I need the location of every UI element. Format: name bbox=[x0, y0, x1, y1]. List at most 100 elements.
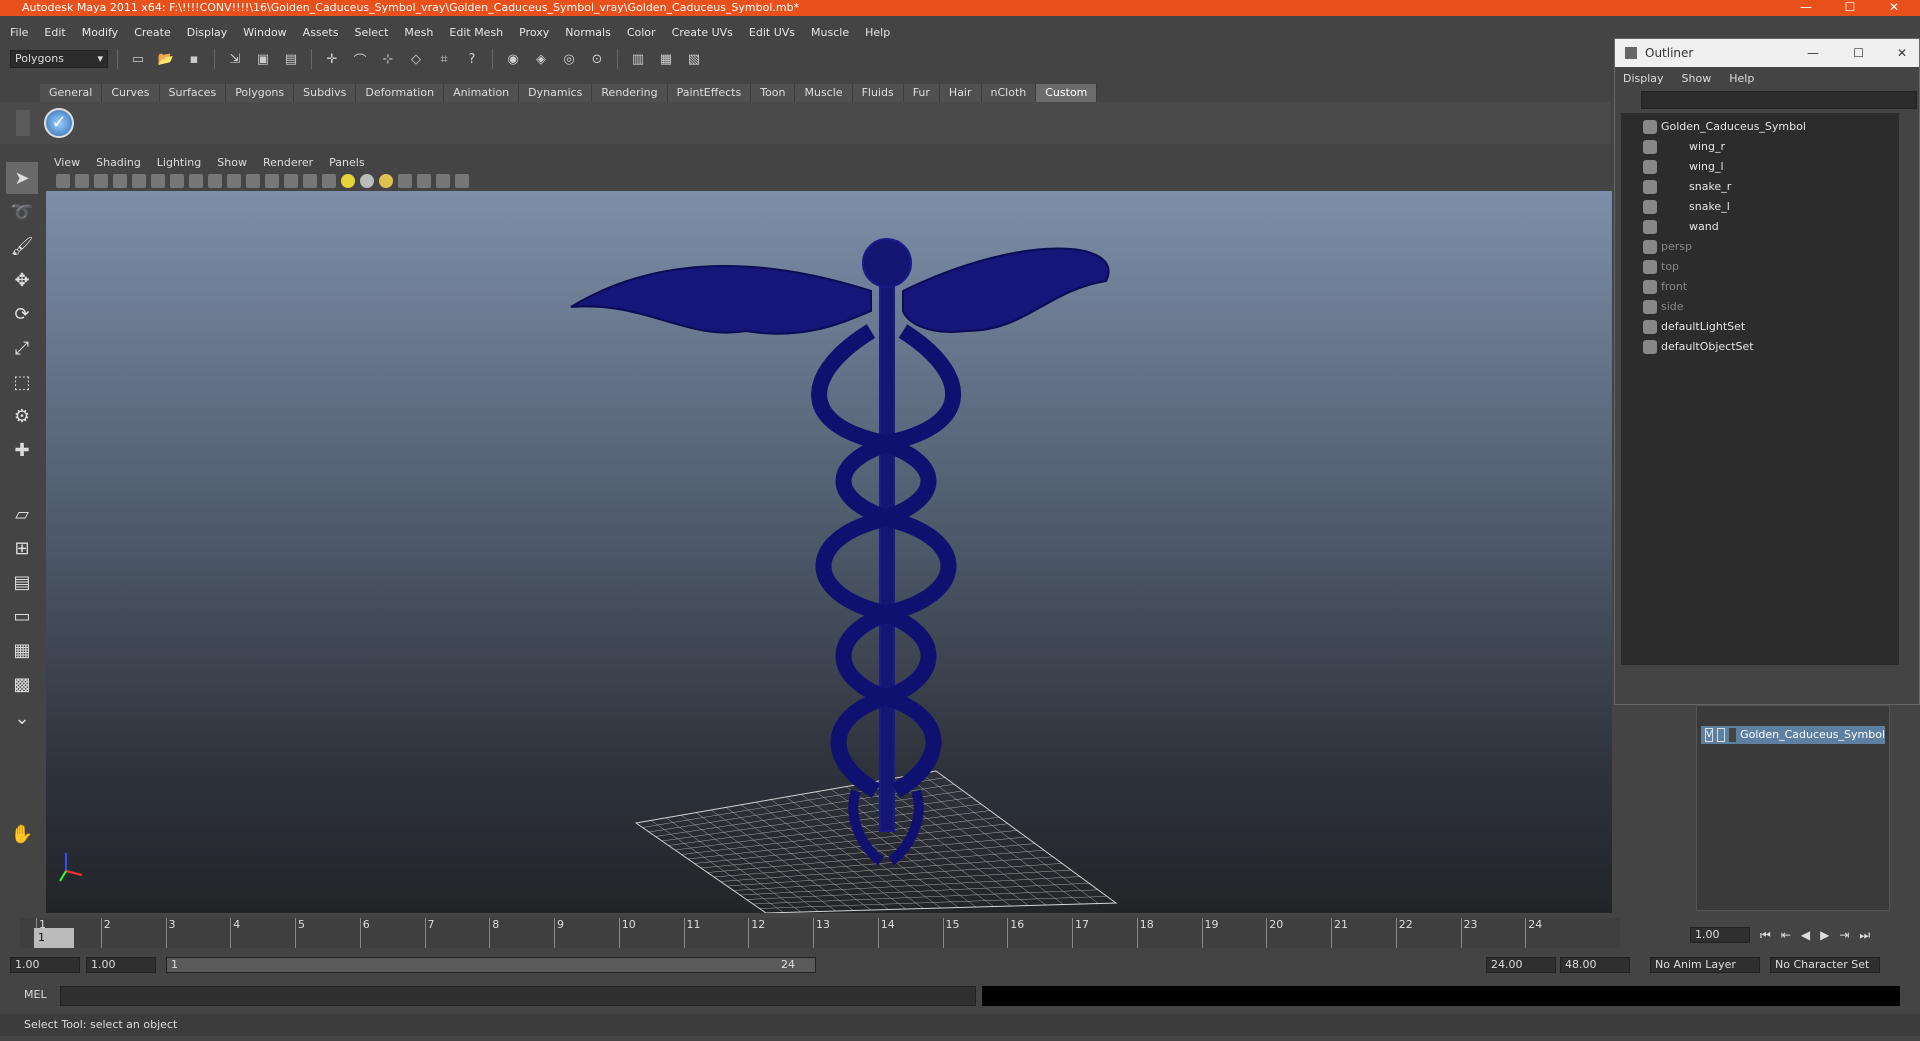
menu-normals[interactable]: Normals bbox=[565, 26, 611, 39]
outliner-item[interactable]: wand bbox=[1643, 217, 1719, 237]
menu-mesh[interactable]: Mesh bbox=[404, 26, 433, 39]
close-button[interactable]: ✕ bbox=[1872, 0, 1916, 16]
layer-color-icon[interactable] bbox=[1729, 728, 1737, 742]
outliner-menu-help[interactable]: Help bbox=[1729, 72, 1754, 85]
graph-layout-icon[interactable]: ▭ bbox=[6, 600, 38, 632]
layer-visibility-toggle[interactable]: V bbox=[1705, 728, 1714, 742]
shelf-tab-polygons[interactable]: Polygons bbox=[226, 84, 295, 102]
menu-set-dropdown[interactable]: Polygons bbox=[10, 50, 108, 68]
textured-icon[interactable] bbox=[322, 174, 336, 188]
paint-select-tool-icon[interactable]: 🖌 bbox=[6, 230, 38, 262]
shelf-tab-surfaces[interactable]: Surfaces bbox=[159, 84, 227, 102]
camera-attributes-icon[interactable] bbox=[75, 174, 89, 188]
maximize-button[interactable]: ☐ bbox=[1828, 0, 1872, 16]
snap-point-icon[interactable]: ⊹ bbox=[377, 48, 399, 70]
default-light-icon[interactable] bbox=[341, 174, 355, 188]
layer-row[interactable]: V Golden_Caduceus_Symbol bbox=[1701, 726, 1885, 744]
attribute-editor-icon[interactable]: ▥ bbox=[627, 48, 649, 70]
outliner-item[interactable]: side bbox=[1643, 297, 1684, 317]
film-gate-icon[interactable] bbox=[151, 174, 165, 188]
save-scene-icon[interactable]: ▪ bbox=[183, 48, 205, 70]
outliner-item[interactable]: defaultObjectSet bbox=[1643, 337, 1754, 357]
gate-mask-icon[interactable] bbox=[189, 174, 203, 188]
shelf-tab-subdivs[interactable]: Subdivs bbox=[294, 84, 357, 102]
play-icon[interactable]: ▶ bbox=[1820, 928, 1829, 942]
menu-color[interactable]: Color bbox=[627, 26, 656, 39]
last-tool-icon[interactable]: ✚ bbox=[6, 434, 38, 466]
select-tool-icon[interactable]: ➤ bbox=[6, 162, 38, 194]
character-set-dropdown[interactable]: No Character Set bbox=[1770, 957, 1880, 973]
anim-end-field[interactable]: 24.00 bbox=[1486, 957, 1556, 973]
perspective-viewport[interactable] bbox=[46, 191, 1612, 914]
render-view-icon[interactable]: ◉ bbox=[502, 48, 524, 70]
scale-tool-icon[interactable]: ⤢ bbox=[6, 332, 38, 364]
rotate-tool-icon[interactable]: ⟳ bbox=[6, 298, 38, 330]
outliner-menu-display[interactable]: Display bbox=[1623, 72, 1664, 85]
safe-title-icon[interactable] bbox=[246, 174, 260, 188]
outliner-item[interactable]: defaultLightSet bbox=[1643, 317, 1745, 337]
channel-box-icon[interactable]: ▧ bbox=[683, 48, 705, 70]
viewport-menu-lighting[interactable]: Lighting bbox=[157, 156, 201, 169]
shelf-tab-toon[interactable]: Toon bbox=[751, 84, 796, 102]
outliner-menu-show[interactable]: Show bbox=[1682, 72, 1712, 85]
outliner-layout-icon[interactable]: ▤ bbox=[6, 566, 38, 598]
open-scene-icon[interactable]: 📂 bbox=[155, 48, 177, 70]
lasso-tool-icon[interactable]: ➰ bbox=[6, 196, 38, 228]
outliner-item[interactable]: persp bbox=[1643, 237, 1692, 257]
outliner-item[interactable]: snake_r bbox=[1643, 177, 1731, 197]
shelf-tab-deformation[interactable]: Deformation bbox=[356, 84, 445, 102]
camera-select-icon[interactable] bbox=[56, 174, 70, 188]
shelf-tab-animation[interactable]: Animation bbox=[444, 84, 520, 102]
time-slider[interactable]: 1 2 3 4 5 6 7 8 9 10 11 12 13 14 15 16 17 18 19 20 21 22 23 24 1 bbox=[20, 918, 1620, 948]
shelf-tab-ncloth[interactable]: nCloth bbox=[981, 84, 1037, 102]
outliner-minimize-button[interactable]: — bbox=[1807, 39, 1819, 67]
menu-select[interactable]: Select bbox=[354, 26, 388, 39]
image-plane-icon[interactable] bbox=[113, 174, 127, 188]
mel-label[interactable]: MEL bbox=[24, 988, 47, 1001]
menu-assets[interactable]: Assets bbox=[303, 26, 339, 39]
render-current-icon[interactable]: ◈ bbox=[530, 48, 552, 70]
snap-curve-icon[interactable]: ⌒ bbox=[349, 48, 371, 70]
xray-icon[interactable] bbox=[417, 174, 431, 188]
menu-proxy[interactable]: Proxy bbox=[519, 26, 549, 39]
render-settings-icon[interactable]: ⊙ bbox=[586, 48, 608, 70]
menu-display[interactable]: Display bbox=[187, 26, 228, 39]
shelf-tab-curves[interactable]: Curves bbox=[102, 84, 160, 102]
outliner-maximize-button[interactable]: ☐ bbox=[1853, 39, 1864, 67]
shelf-tab-general[interactable]: General bbox=[40, 84, 103, 102]
go-to-start-icon[interactable]: ⏮ bbox=[1760, 928, 1771, 943]
outliner-item[interactable]: wing_l bbox=[1643, 157, 1724, 177]
viewport-menu-show[interactable]: Show bbox=[217, 156, 247, 169]
menu-window[interactable]: Window bbox=[243, 26, 286, 39]
soft-mod-tool-icon[interactable]: ⚙ bbox=[6, 400, 38, 432]
xray-joints-icon[interactable] bbox=[436, 174, 450, 188]
manipulator-tool-icon[interactable]: ⬚ bbox=[6, 366, 38, 398]
shelf-tab-custom[interactable]: Custom bbox=[1036, 84, 1098, 102]
menu-modify[interactable]: Modify bbox=[82, 26, 118, 39]
viewport-menu-panels[interactable]: Panels bbox=[329, 156, 364, 169]
bookmark-icon[interactable] bbox=[94, 174, 108, 188]
snap-plane-icon[interactable]: ◇ bbox=[405, 48, 427, 70]
outliner-item[interactable]: front bbox=[1643, 277, 1687, 297]
single-view-layout-icon[interactable]: ▱ bbox=[6, 498, 38, 530]
go-to-end-icon[interactable]: ⏭ bbox=[1859, 928, 1870, 943]
hand-tool-icon[interactable]: ✋ bbox=[6, 818, 38, 850]
step-back-icon[interactable]: ◀ bbox=[1801, 928, 1810, 942]
end-time-field[interactable]: 48.00 bbox=[1560, 957, 1630, 973]
tool-settings-icon[interactable]: ▦ bbox=[655, 48, 677, 70]
outliner-item[interactable]: top bbox=[1643, 257, 1679, 277]
outliner-filter-input[interactable] bbox=[1641, 91, 1917, 109]
menu-muscle[interactable]: Muscle bbox=[811, 26, 849, 39]
isolate-select-icon[interactable] bbox=[398, 174, 412, 188]
field-chart-icon[interactable] bbox=[208, 174, 222, 188]
new-scene-icon[interactable]: ▭ bbox=[127, 48, 149, 70]
layer-template-toggle[interactable] bbox=[1717, 728, 1726, 742]
step-forward-icon[interactable]: ⇥ bbox=[1839, 928, 1849, 942]
anim-layer-dropdown[interactable]: No Anim Layer bbox=[1650, 957, 1760, 973]
select-object-icon[interactable]: ▣ bbox=[252, 48, 274, 70]
shelf-tab-dynamics[interactable]: Dynamics bbox=[519, 84, 593, 102]
menu-create[interactable]: Create bbox=[134, 26, 171, 39]
menu-edit-uvs[interactable]: Edit UVs bbox=[749, 26, 795, 39]
help-icon[interactable]: ? bbox=[461, 48, 483, 70]
outliner-item[interactable]: snake_l bbox=[1643, 197, 1730, 217]
